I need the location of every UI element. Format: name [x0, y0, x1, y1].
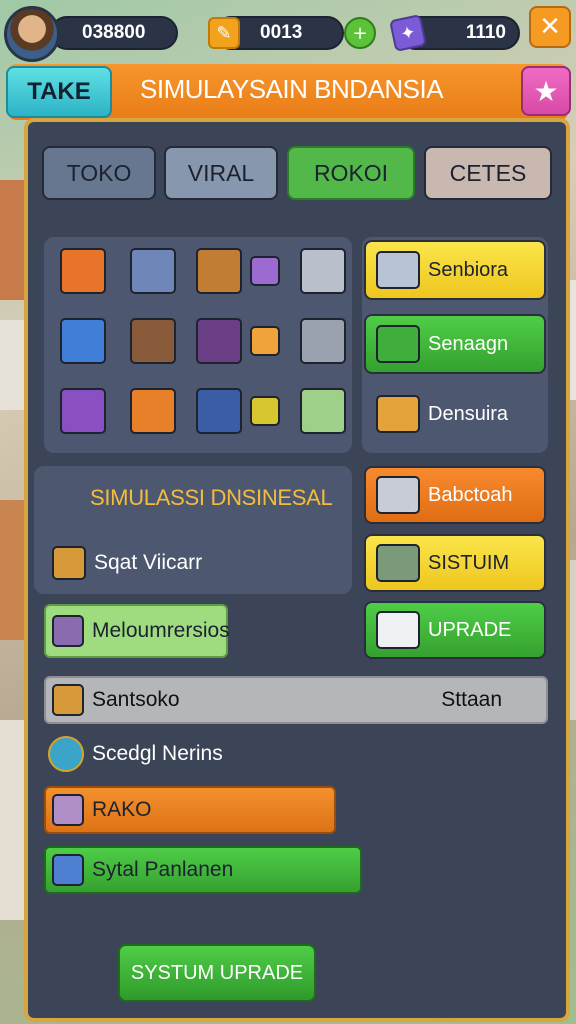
santsoko-label: Santsoko	[92, 688, 180, 711]
sytal-button[interactable]: Sytal Panlanen	[44, 846, 362, 894]
box-purple-icon[interactable]	[250, 256, 280, 286]
simulation-row-label: Sqat Viicarr	[94, 551, 203, 574]
cart-icon[interactable]	[300, 248, 346, 294]
store-icon	[52, 794, 84, 826]
babctoah-label: Babctoah	[428, 483, 513, 506]
section-title: SIMULASSI DNSINESAL	[90, 485, 333, 510]
densuira-button[interactable]: Densuira	[364, 384, 546, 444]
coins-counter: 038800	[50, 16, 178, 50]
gems-value: 1110	[465, 22, 506, 43]
basket-icon[interactable]	[250, 396, 280, 426]
santsoko-row[interactable]: Santsoko Sttaan	[44, 676, 548, 724]
top-hud: 038800 0013 ✎ + 1110 ✦	[0, 6, 576, 62]
avatar[interactable]	[4, 6, 60, 62]
crate-green-icon	[376, 325, 420, 363]
uprade-button[interactable]: UPRADE	[364, 601, 546, 659]
sistuim-label: SISTUIM	[428, 551, 510, 574]
store-orange-icon[interactable]	[60, 248, 106, 294]
box-purple-icon	[52, 615, 84, 647]
scedgl-label: Scedgl Nerins	[92, 742, 223, 765]
favorite-button[interactable]: ★	[521, 66, 571, 116]
meloun-button[interactable]: Meloumrersios	[44, 604, 230, 658]
store-blue-icon[interactable]	[60, 318, 106, 364]
star-icon: ★	[533, 74, 559, 108]
house-icon	[376, 476, 420, 514]
box-green-icon	[376, 544, 420, 582]
densuira-label: Densuira	[428, 402, 509, 425]
pencil-icon[interactable]: ✎	[208, 17, 240, 49]
table-icon	[376, 611, 420, 649]
senaagn-button[interactable]: Senaagn	[364, 314, 546, 374]
cash-register-icon[interactable]	[130, 248, 176, 294]
close-button[interactable]: ✕	[529, 6, 571, 48]
plus-icon[interactable]: +	[344, 17, 376, 49]
rako-label: RAKO	[92, 798, 152, 821]
sistuim-button[interactable]: SISTUIM	[364, 534, 546, 592]
cart-green-icon[interactable]	[300, 388, 346, 434]
energy-value: 0013	[260, 22, 303, 43]
senaagn-label: Senaagn	[428, 332, 509, 355]
santsoko-status: Sttaan	[441, 688, 502, 711]
babctoah-button[interactable]: Babctoah	[364, 466, 546, 524]
rako-button[interactable]: RAKO	[44, 786, 336, 834]
crate-icon	[52, 684, 84, 716]
coin-leaf-icon	[48, 736, 84, 772]
senbiora-button[interactable]: Senbiora	[364, 240, 546, 300]
tab-toko[interactable]: TOKO	[42, 146, 156, 200]
shelf-icon[interactable]	[196, 248, 242, 294]
cabinet-icon[interactable]	[196, 318, 242, 364]
box-orange-icon[interactable]	[250, 326, 280, 356]
fridge-icon[interactable]	[130, 318, 176, 364]
system-upgrade-button[interactable]: SYSTUM UPRADE	[118, 944, 316, 1002]
senbiora-label: Senbiora	[428, 258, 509, 281]
tab-cetes[interactable]: CETES	[424, 146, 552, 200]
counter-icon[interactable]	[300, 318, 346, 364]
truck-icon	[376, 251, 420, 289]
meloun-label: Meloumrersios	[92, 619, 230, 642]
locker-icon[interactable]	[196, 388, 242, 434]
gift-icon[interactable]: ✦	[389, 14, 427, 52]
machine-icon	[52, 854, 84, 886]
store-purple-icon[interactable]	[60, 388, 106, 434]
close-icon: ✕	[539, 12, 561, 42]
stall-icon[interactable]	[130, 388, 176, 434]
sytal-label: Sytal Panlanen	[92, 858, 234, 881]
tab-rokoi[interactable]: ROKOI	[287, 146, 415, 200]
take-button[interactable]: TAKE	[6, 66, 112, 118]
crate-icon	[52, 546, 86, 580]
cabinet-orange-icon	[376, 395, 420, 433]
uprade-label: UPRADE	[428, 618, 512, 641]
page-title: SIMULAYSAIN BNDANSIA	[140, 74, 444, 104]
coins-value: 038800	[82, 22, 146, 43]
tab-viral[interactable]: VIRAL	[164, 146, 278, 200]
